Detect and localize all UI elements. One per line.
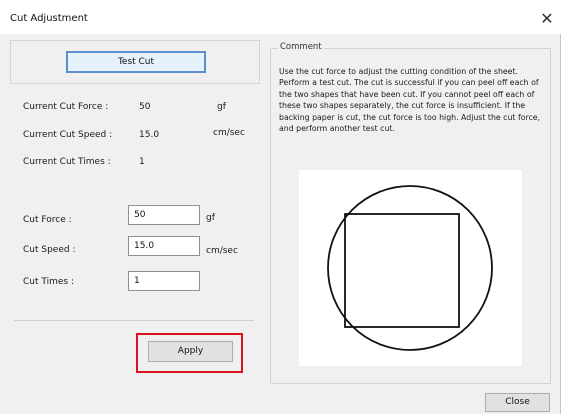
- outer-circle-shape: [327, 185, 493, 351]
- current-cut-times-value: 1: [139, 157, 145, 167]
- cut-shapes-diagram: [327, 185, 493, 351]
- cut-speed-input[interactable]: 15.0: [128, 236, 200, 256]
- close-button[interactable]: Close: [485, 393, 550, 412]
- title-bar: Cut Adjustment ✕: [0, 0, 561, 34]
- current-cut-speed-value: 15.0: [139, 130, 160, 140]
- comment-text: Use the cut force to adjust the cutting …: [279, 67, 541, 134]
- settings-divider: [14, 320, 254, 321]
- cut-speed-unit: cm/sec: [206, 246, 238, 256]
- current-cut-speed-unit: cm/sec: [213, 128, 245, 138]
- current-cut-force-unit: gf: [217, 102, 226, 112]
- cut-force-label: Cut Force :: [23, 215, 72, 225]
- apply-button[interactable]: Apply: [148, 341, 233, 362]
- comment-legend: Comment: [278, 42, 324, 52]
- close-icon[interactable]: ✕: [535, 7, 559, 31]
- current-cut-times-label: Current Cut Times :: [23, 157, 111, 167]
- cut-force-input[interactable]: 50: [128, 205, 200, 225]
- inner-square-shape: [344, 213, 460, 328]
- cut-times-label: Cut Times :: [23, 277, 74, 287]
- test-cut-button[interactable]: Test Cut: [66, 51, 206, 73]
- cut-illustration: [299, 170, 522, 366]
- cut-force-unit: gf: [206, 213, 215, 223]
- current-cut-force-value: 50: [139, 102, 151, 112]
- current-cut-speed-label: Current Cut Speed :: [23, 130, 113, 140]
- dialog-title: Cut Adjustment: [10, 13, 88, 24]
- cut-speed-label: Cut Speed :: [23, 245, 76, 255]
- cut-adjustment-dialog: Cut Adjustment ✕ Test Cut Current Cut Fo…: [0, 0, 561, 414]
- cut-times-input[interactable]: 1: [128, 271, 200, 291]
- current-cut-force-label: Current Cut Force :: [23, 102, 109, 112]
